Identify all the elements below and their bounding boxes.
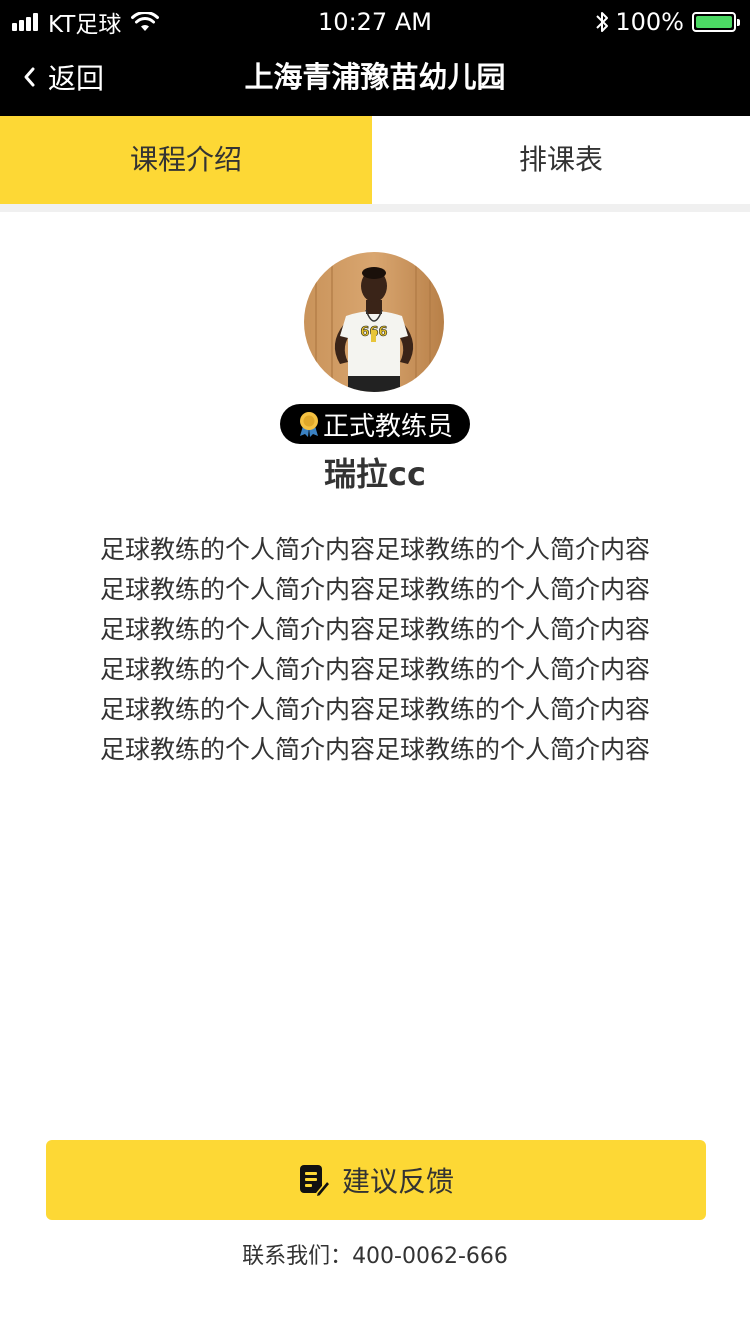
battery-icon xyxy=(692,12,740,32)
tab-course-intro[interactable]: 课程介绍 xyxy=(0,116,372,204)
edit-note-icon xyxy=(299,1165,330,1197)
bluetooth-icon xyxy=(596,12,609,32)
bio-line: 足球教练的个人简介内容足球教练的个人简介内容 xyxy=(99,735,650,764)
chevron-left-icon xyxy=(24,67,35,87)
battery-fill xyxy=(696,16,732,28)
feedback-button[interactable]: 建议反馈 xyxy=(46,1140,706,1220)
tab-schedule[interactable]: 排课表 xyxy=(372,116,750,204)
battery-cap xyxy=(737,19,740,26)
bio-line: 足球教练的个人简介内容足球教练的个人简介内容 xyxy=(99,535,650,564)
page-title: 上海青浦豫苗幼儿园 xyxy=(244,60,506,94)
bio-line: 足球教练的个人简介内容足球教练的个人简介内容 xyxy=(99,695,650,724)
battery-percentage: 100% xyxy=(615,8,684,36)
coach-photo: 666 xyxy=(304,252,444,392)
status-bar-right: 100% xyxy=(595,7,740,37)
bio-line: 足球教练的个人简介内容足球教练的个人简介内容 xyxy=(99,655,650,684)
bio-line: 足球教练的个人简介内容足球教练的个人简介内容 xyxy=(99,615,650,644)
feedback-label: 建议反馈 xyxy=(341,1165,454,1198)
medal-icon xyxy=(299,412,318,437)
coach-name: 瑞拉cc xyxy=(324,455,426,493)
contact-info: 联系我们：400-0062-666 xyxy=(242,1244,508,1269)
tab-bar: 课程介绍 排课表 xyxy=(0,116,750,204)
back-button[interactable]: 返回 xyxy=(22,44,104,110)
nav-bar: 上海青浦豫苗幼儿园 返回 xyxy=(0,44,750,116)
coach-bio: 足球教练的个人简介内容足球教练的个人简介内容 足球教练的个人简介内容足球教练的个… xyxy=(60,530,690,770)
coach-avatar: 666 xyxy=(304,252,444,392)
bio-line: 足球教练的个人简介内容足球教练的个人简介内容 xyxy=(99,575,650,604)
tab-divider xyxy=(0,204,750,212)
back-label: 返回 xyxy=(48,62,105,95)
coach-badge: 正式教练员 xyxy=(280,404,470,444)
page: KT足球 10:27 AM 100% 上海青浦豫苗幼儿园 返回 课程介绍 排课表… xyxy=(0,0,750,1334)
coach-badge-label: 正式教练员 xyxy=(322,411,453,442)
status-bar: KT足球 10:27 AM 100% xyxy=(0,0,750,44)
